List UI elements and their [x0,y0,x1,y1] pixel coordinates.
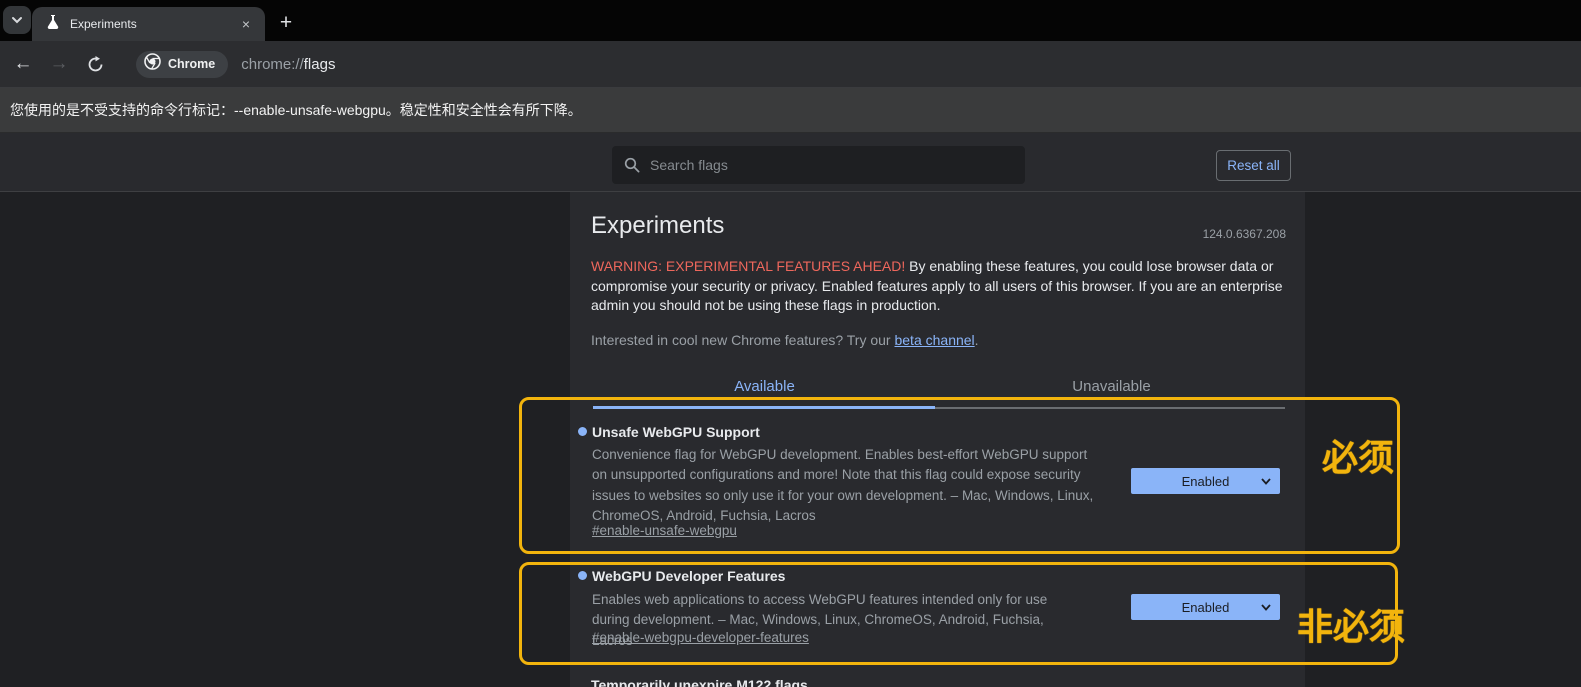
annotation-label-required: 必须 [1322,440,1394,476]
beta-channel-line: Interested in cool new Chrome features? … [591,332,979,348]
tab-experiments[interactable]: Experiments × [32,7,265,41]
tab-search-button[interactable] [3,6,31,34]
browser-window: Experiments × + ← → Chrome chrome://flag… [0,0,1581,687]
reset-all-button[interactable]: Reset all [1216,150,1291,181]
beta-suffix: . [975,332,979,348]
back-icon[interactable]: ← [8,49,38,79]
url-scheme: chrome:// [241,56,304,73]
page-title: Experiments [591,212,724,240]
reload-icon[interactable] [80,49,110,79]
tab-strip: Experiments × + [0,0,1581,41]
new-tab-button[interactable]: + [272,9,300,37]
tab-unavailable[interactable]: Unavailable [938,378,1285,395]
flags-search-header: Reset all [0,133,1581,192]
address-bar[interactable]: chrome://flags [241,56,335,73]
chrome-badge[interactable]: Chrome [136,51,228,78]
tab-available[interactable]: Available [591,378,938,395]
chrome-logo-icon [144,53,161,75]
close-icon[interactable]: × [237,15,255,33]
chrome-badge-label: Chrome [168,57,215,71]
search-box[interactable] [612,146,1025,184]
url-path: flags [304,56,336,73]
search-input[interactable] [650,157,1025,173]
flag-title-partial: Temporarily unexpire M122 flags. [591,677,812,687]
experimental-warning: WARNING: EXPERIMENTAL FEATURES AHEAD! By… [591,257,1283,316]
forward-icon[interactable]: → [44,49,74,79]
flask-icon [46,14,60,34]
beta-prefix: Interested in cool new Chrome features? … [591,332,894,348]
toolbar: ← → Chrome chrome://flags [0,41,1581,88]
search-icon [624,157,640,173]
chevron-down-icon [11,11,23,29]
annotation-box-required [519,397,1400,554]
warning-highlight: WARNING: EXPERIMENTAL FEATURES AHEAD! [591,258,905,274]
beta-channel-link[interactable]: beta channel [894,332,974,348]
tab-title: Experiments [70,17,237,31]
annotation-label-optional: 非必须 [1297,609,1405,645]
unsupported-flag-infobar: 您使用的是不受支持的命令行标记：--enable-unsafe-webgpu。稳… [0,88,1581,133]
version-number: 124.0.6367.208 [1000,227,1286,241]
infobar-text: 您使用的是不受支持的命令行标记：--enable-unsafe-webgpu。稳… [10,100,582,120]
annotation-box-optional [519,562,1398,665]
